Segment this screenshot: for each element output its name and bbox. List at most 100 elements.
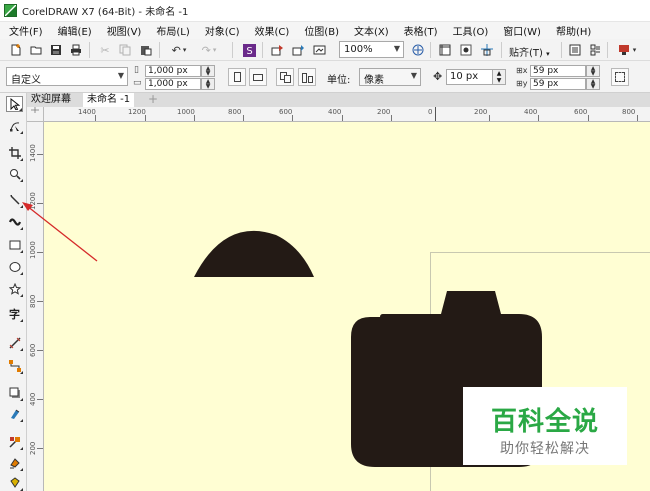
show-grid-icon[interactable]: [458, 42, 474, 58]
undo-icon[interactable]: ↶ ▾: [167, 42, 191, 58]
zoom-level-value: 100%: [344, 44, 373, 55]
ruler-tick: [391, 115, 392, 121]
menu-tools[interactable]: 工具(O): [445, 23, 496, 38]
duplicate-y-value: 59 px: [533, 79, 559, 89]
drop-shadow-tool-icon[interactable]: [6, 385, 23, 401]
nudge-distance-field[interactable]: 10 px: [446, 69, 494, 85]
page-preset-value: 自定义: [11, 75, 41, 86]
menu-table[interactable]: 表格(T): [396, 23, 445, 38]
open-icon[interactable]: [28, 42, 44, 58]
smart-fill-tool-icon[interactable]: [6, 475, 23, 491]
page-width-icon: ▯: [134, 65, 139, 75]
freehand-tool-icon[interactable]: [6, 192, 23, 208]
standard-toolbar: ✂ ↶ ▾ ↷ ▾ S 100% ▼ 贴齐(T) ▾ ▾: [0, 39, 650, 61]
nudge-distance-value: 10 px: [450, 71, 479, 82]
ruler-tick: [37, 350, 43, 351]
units-select[interactable]: 像素 ▼: [359, 68, 421, 86]
vertical-ruler[interactable]: 1400 1200 1000 800 600 400 200: [27, 122, 44, 491]
zoom-tool-icon[interactable]: [6, 166, 23, 182]
snap-to-dropdown[interactable]: 贴齐(T) ▾: [509, 44, 550, 59]
menu-text[interactable]: 文本(X): [346, 23, 396, 38]
new-document-icon[interactable]: [8, 42, 24, 58]
page-width-value: 1,000 px: [148, 66, 188, 76]
menu-view[interactable]: 视图(V): [99, 23, 149, 38]
portrait-orientation-button[interactable]: [228, 68, 246, 86]
current-page-button[interactable]: [298, 68, 316, 86]
transparency-tool-icon[interactable]: [6, 406, 23, 422]
chevron-down-icon: ▼: [410, 71, 417, 80]
connector-tool-icon[interactable]: [6, 358, 23, 374]
duplicate-x-field[interactable]: 59 px: [530, 65, 586, 77]
ruler-tick: [342, 115, 343, 121]
ruler-tick: [588, 115, 589, 121]
duplicate-y-spinner[interactable]: ▲ ▼: [586, 78, 600, 90]
add-tab-icon[interactable]: +: [146, 93, 160, 107]
ruler-tick: [37, 154, 43, 155]
duplicate-x-spinner[interactable]: ▲ ▼: [586, 65, 600, 77]
all-pages-button[interactable]: [276, 68, 294, 86]
coreldraw-logo-icon: [4, 4, 17, 17]
welcome-screen-icon[interactable]: ▾: [614, 42, 640, 58]
menu-bar: 文件(F) 编辑(E) 视图(V) 布局(L) 对象(C) 效果(C) 位图(B…: [0, 22, 650, 39]
ellipse-tool-icon[interactable]: [6, 259, 23, 275]
export-icon[interactable]: [290, 42, 306, 58]
page-width-field[interactable]: 1,000 px: [145, 65, 201, 77]
horizontal-ruler[interactable]: 1400 1200 1000 800 600 400 200 0 200 400…: [44, 107, 650, 122]
options-icon[interactable]: [567, 42, 583, 58]
zoom-level-select[interactable]: 100% ▼: [339, 41, 404, 58]
page-height-spinner[interactable]: ▲ ▼: [201, 78, 215, 90]
application-launcher-icon[interactable]: [587, 42, 603, 58]
page-preset-select[interactable]: 自定义 ▼: [6, 67, 128, 86]
ruler-tick: [489, 115, 490, 121]
menu-object[interactable]: 对象(C): [197, 23, 247, 38]
chevron-down-icon: ▼: [393, 44, 400, 53]
text-tool-icon[interactable]: 字: [6, 306, 23, 322]
rectangle-tool-icon[interactable]: [6, 237, 23, 253]
ruler-label: 800: [29, 294, 37, 308]
print-icon[interactable]: [68, 42, 84, 58]
publish-pdf-icon[interactable]: [311, 42, 327, 58]
parallel-dimension-tool-icon[interactable]: [6, 335, 23, 351]
paste-icon[interactable]: [138, 42, 154, 58]
menu-window[interactable]: 窗口(W): [495, 23, 548, 38]
menu-help[interactable]: 帮助(H): [548, 23, 598, 38]
pick-tool-icon[interactable]: [6, 96, 23, 112]
units-value: 像素: [364, 75, 384, 86]
full-screen-preview-icon[interactable]: [410, 42, 426, 58]
tab-welcome-screen[interactable]: 欢迎屏幕: [27, 93, 75, 107]
crop-tool-icon[interactable]: [6, 145, 23, 161]
landscape-orientation-button[interactable]: [249, 68, 267, 86]
menu-bitmaps[interactable]: 位图(B): [296, 23, 346, 38]
import-icon[interactable]: [269, 42, 285, 58]
ruler-tick: [292, 115, 293, 121]
color-eyedropper-tool-icon[interactable]: [6, 434, 23, 450]
polygon-tool-icon[interactable]: [6, 281, 23, 297]
show-guidelines-icon[interactable]: [479, 42, 495, 58]
search-content-icon[interactable]: S: [241, 42, 257, 58]
ruler-origin-icon[interactable]: [27, 107, 44, 122]
toolbar-separator: [561, 42, 562, 58]
tab-untitled-1[interactable]: 未命名 -1: [83, 93, 135, 107]
duplicate-y-field[interactable]: 59 px: [530, 78, 586, 90]
menu-layout[interactable]: 布局(L): [148, 23, 196, 38]
redo-icon[interactable]: ↷ ▾: [197, 42, 221, 58]
cut-icon[interactable]: ✂: [97, 42, 113, 58]
save-icon[interactable]: [48, 42, 64, 58]
page-height-field[interactable]: 1,000 px: [145, 78, 201, 90]
nudge-distance-spinner[interactable]: ▲ ▼: [492, 69, 506, 85]
treat-as-filled-button[interactable]: [611, 68, 629, 86]
page-width-spinner[interactable]: ▲ ▼: [201, 65, 215, 77]
menu-effects[interactable]: 效果(C): [247, 23, 297, 38]
interactive-fill-tool-icon[interactable]: [6, 455, 23, 471]
ruler-tick: [637, 115, 638, 121]
copy-icon[interactable]: [117, 42, 133, 58]
show-rulers-icon[interactable]: [437, 42, 453, 58]
artistic-media-tool-icon[interactable]: [6, 214, 23, 230]
watermark-title: 百科全说: [490, 407, 599, 437]
menu-file[interactable]: 文件(F): [0, 23, 50, 38]
watermark-badge: 百科全说 助你轻松解决: [463, 387, 627, 465]
shape-tool-icon[interactable]: [6, 118, 23, 134]
ruler-label: 1400: [29, 144, 37, 162]
menu-edit[interactable]: 编辑(E): [50, 23, 99, 38]
ruler-label: 1200: [29, 192, 37, 210]
